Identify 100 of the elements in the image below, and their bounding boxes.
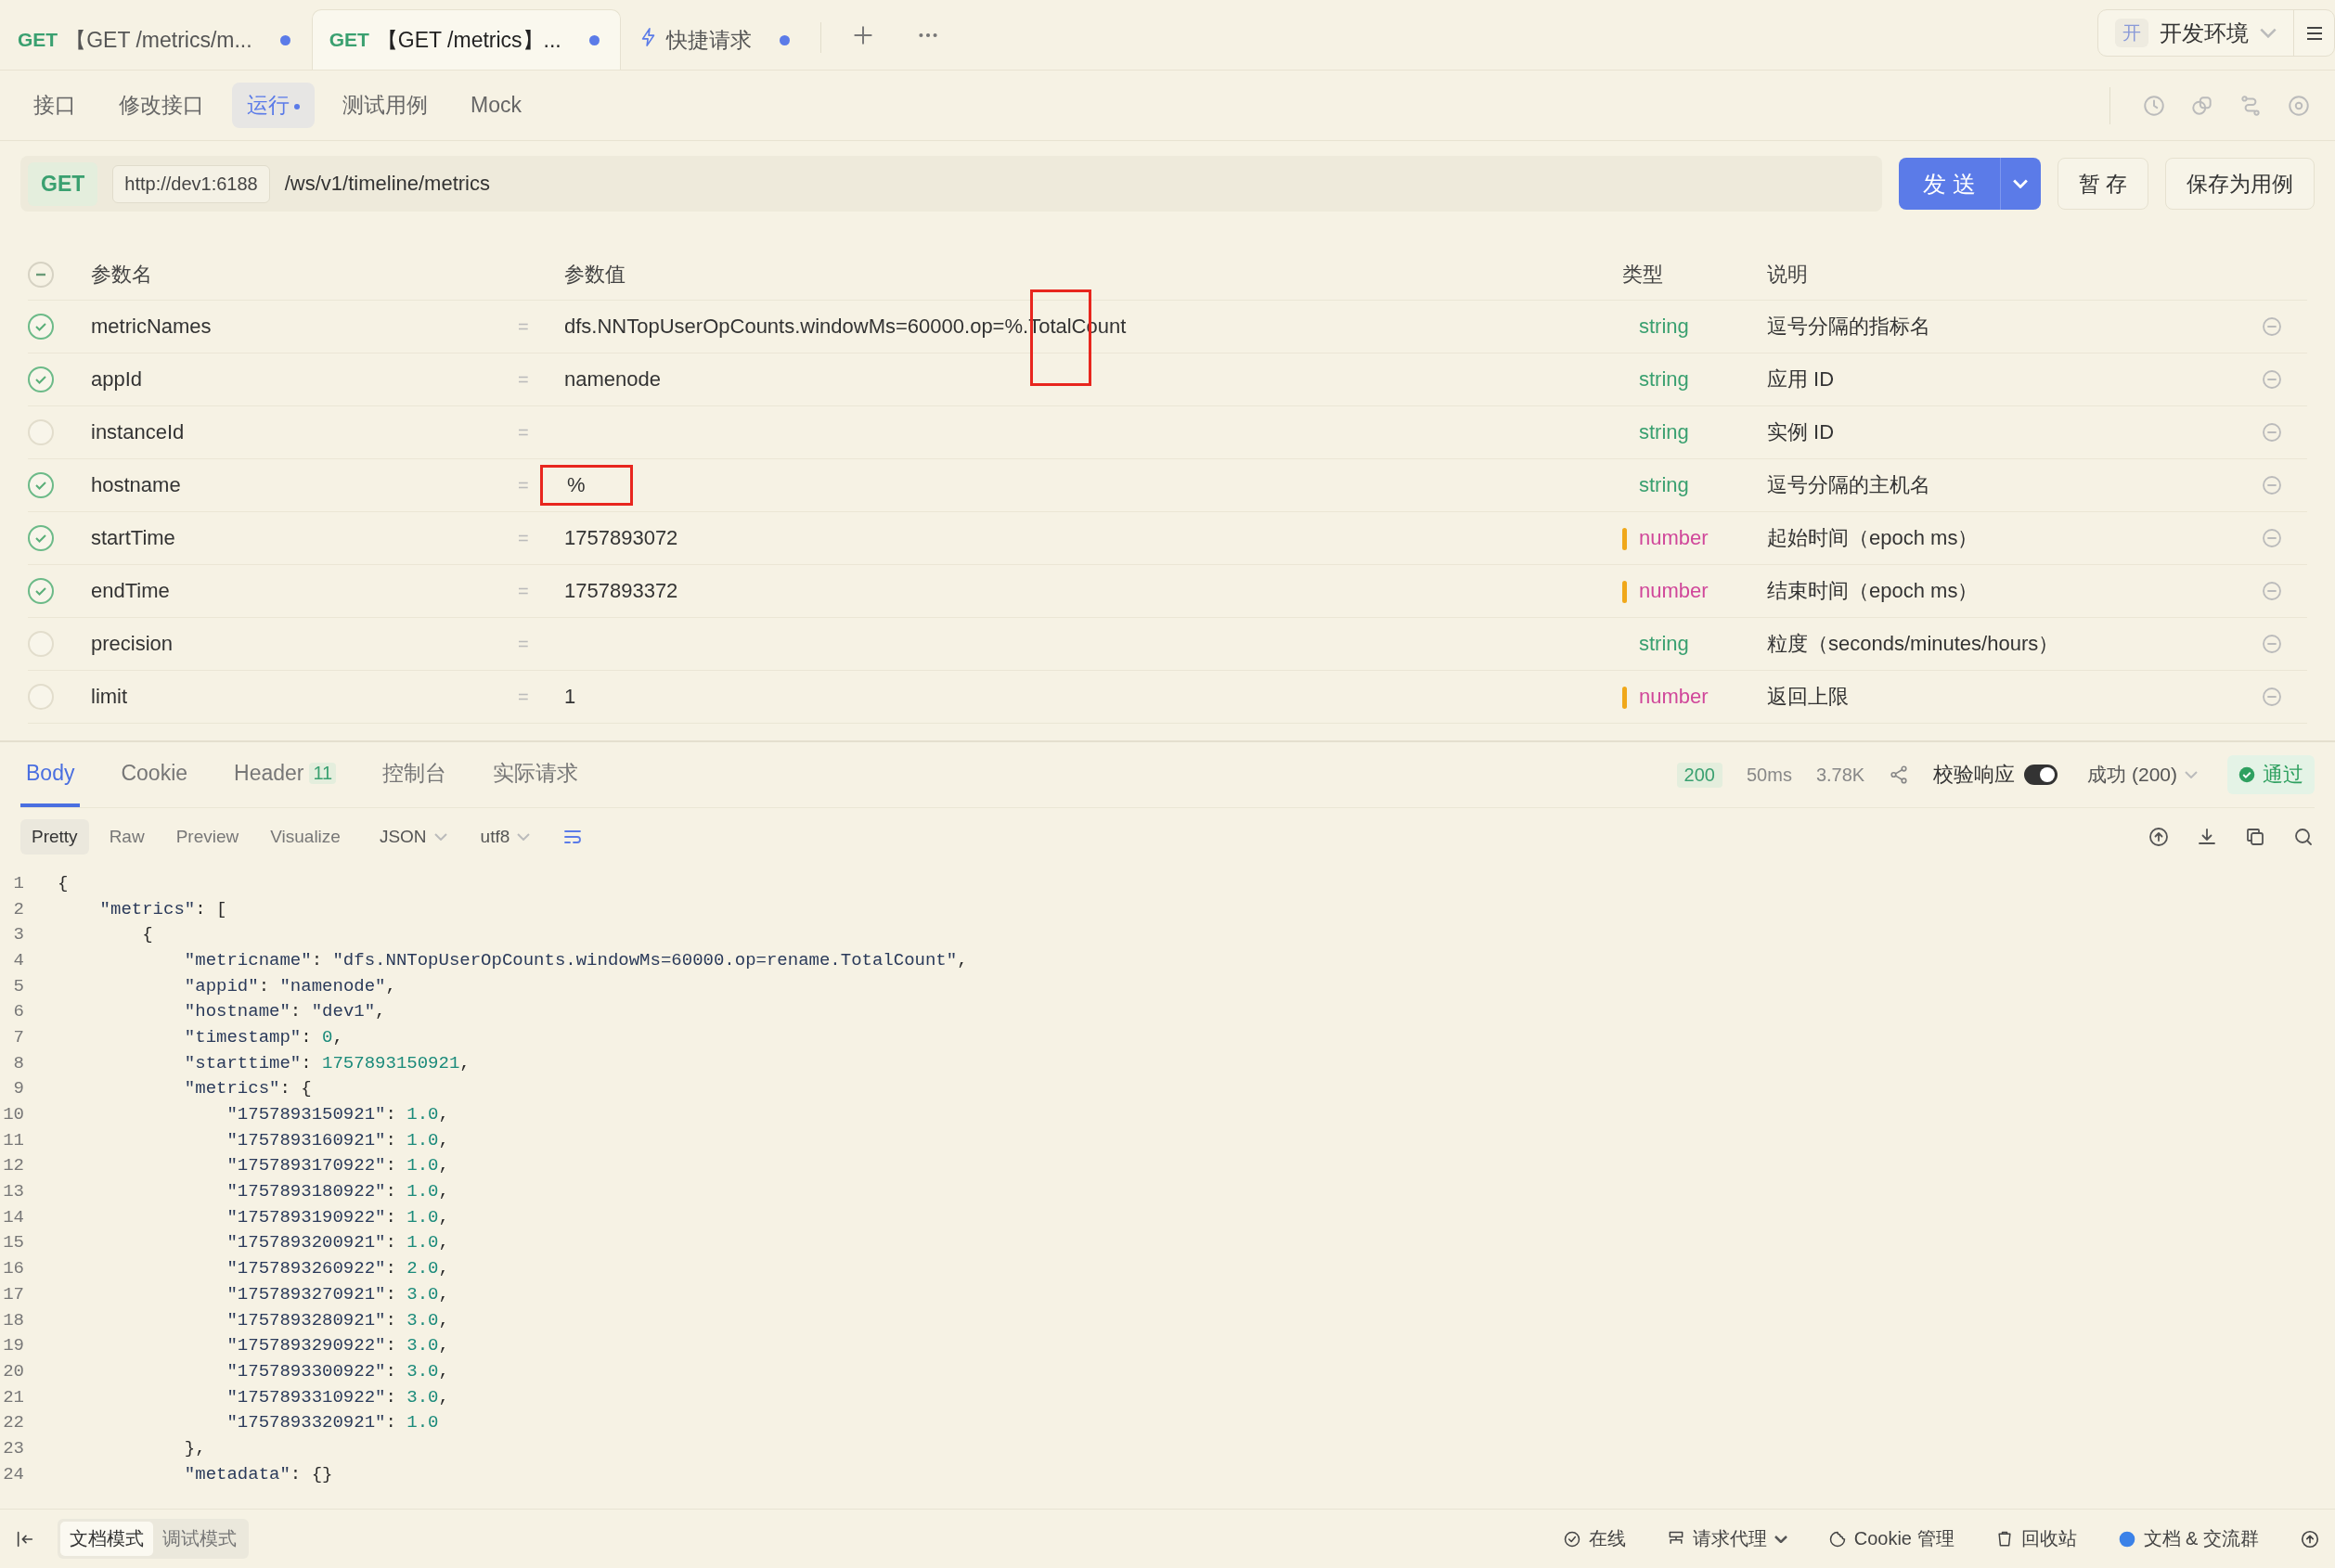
view-tab[interactable]: Mock <box>456 84 536 126</box>
view-tab[interactable]: 接口 <box>19 83 91 128</box>
share-icon[interactable] <box>1889 765 1910 785</box>
param-value[interactable]: 1757893072 <box>564 526 678 550</box>
param-name[interactable]: startTime <box>91 526 518 550</box>
tab-title: 快捷请求 <box>665 26 752 54</box>
expected-response-select[interactable]: 成功 (200) <box>2082 761 2203 789</box>
upload-icon[interactable] <box>2148 825 2170 848</box>
mode-tab[interactable]: 调试模式 <box>153 1522 246 1556</box>
code-line: "1757893280921": 3.0, <box>226 1309 449 1330</box>
nodes-icon[interactable] <box>2238 93 2263 118</box>
validate-toggle[interactable] <box>2024 765 2058 785</box>
param-description[interactable]: 实例 ID <box>1767 418 2261 446</box>
response-tab[interactable]: Header 11 <box>228 742 342 807</box>
encoding-select[interactable]: utf8 <box>474 825 536 848</box>
remove-icon[interactable] <box>2261 527 2283 549</box>
remove-icon[interactable] <box>2261 421 2283 443</box>
view-mode-tab[interactable]: Pretty <box>20 818 89 855</box>
status-bar-item[interactable]: 文档 & 交流群 <box>2143 1526 2259 1551</box>
code-line: "1757893310922": 3.0, <box>226 1386 449 1407</box>
response-tab[interactable]: 控制台 <box>377 742 453 807</box>
line-number: 6 <box>12 1001 25 1022</box>
param-description[interactable]: 结束时间（epoch ms） <box>1767 577 2261 605</box>
param-name[interactable]: instanceId <box>91 420 518 444</box>
line-number: 2 <box>12 898 25 919</box>
view-mode-tab[interactable]: Preview <box>164 818 251 855</box>
param-value[interactable]: 1757893372 <box>564 579 678 603</box>
request-tab[interactable]: GET 【GET /metrics】... <box>311 9 621 70</box>
param-type[interactable]: number <box>1639 526 1709 549</box>
response-tab[interactable]: Cookie <box>115 742 194 807</box>
request-tab[interactable]: GET 【GET /metrics/m... <box>0 9 312 70</box>
param-value[interactable]: % <box>567 473 586 497</box>
view-tab[interactable]: 修改接口 <box>104 83 219 128</box>
remove-icon[interactable] <box>2261 633 2283 655</box>
param-description[interactable]: 逗号分隔的指标名 <box>1767 313 2261 341</box>
view-mode-tab[interactable]: Visualize <box>259 818 352 855</box>
param-name[interactable]: precision <box>91 632 518 656</box>
url-path-field[interactable]: /ws/v1/timeline/metrics <box>284 172 490 196</box>
row-checkbox[interactable] <box>28 366 54 392</box>
status-bar-item[interactable]: 回收站 <box>2020 1526 2077 1551</box>
line-number: 12 <box>2 1155 25 1176</box>
remove-icon[interactable] <box>2261 474 2283 496</box>
status-bar-item[interactable]: 在线 <box>1588 1526 1626 1551</box>
pass-badge: 通过 <box>2227 755 2315 794</box>
param-type[interactable]: number <box>1639 685 1709 708</box>
param-description[interactable]: 逗号分隔的主机名 <box>1767 471 2261 499</box>
param-value[interactable]: 1 <box>564 685 576 709</box>
row-checkbox[interactable] <box>28 314 54 340</box>
save-as-case-button[interactable]: 保存为用例 <box>2165 158 2315 210</box>
format-select[interactable]: JSON <box>373 825 453 848</box>
remove-icon[interactable] <box>2261 686 2283 708</box>
param-value[interactable]: namenode <box>564 367 661 392</box>
view-tab[interactable]: 测试用例 <box>328 83 443 128</box>
validate-label: 校验响应 <box>1933 762 2016 788</box>
line-number: 9 <box>12 1078 25 1099</box>
remove-icon[interactable] <box>2261 315 2283 338</box>
param-description[interactable]: 起始时间（epoch ms） <box>1767 524 2261 552</box>
code-line: "1757893260922": 2.0, <box>226 1258 449 1279</box>
base-url[interactable]: http://dev1:6188 <box>112 164 270 203</box>
param-name[interactable]: endTime <box>91 579 518 603</box>
arrow-up-circle-icon[interactable] <box>2300 1528 2320 1549</box>
column-header: 参数名 <box>91 261 153 288</box>
code-line: }, <box>183 1437 206 1459</box>
param-type[interactable]: number <box>1639 579 1709 602</box>
code-line: "hostname": "dev1", <box>183 1001 386 1022</box>
code-line: "1757893300922": 3.0, <box>226 1360 449 1382</box>
save-button[interactable]: 暂 存 <box>2057 158 2148 210</box>
code-line: { <box>58 872 69 893</box>
response-time: 50ms <box>1746 764 1792 786</box>
chevron-down-icon <box>1774 1535 1787 1543</box>
settings-icon[interactable] <box>2287 93 2311 118</box>
param-description[interactable]: 粒度（seconds/minutes/hours） <box>1767 630 2261 658</box>
code-line: "metrics": { <box>183 1078 312 1099</box>
row-checkbox[interactable] <box>28 578 54 604</box>
column-header: 类型 <box>1622 261 1664 288</box>
mode-tab[interactable]: 文档模式 <box>60 1522 153 1556</box>
line-number: 19 <box>2 1335 25 1356</box>
param-description[interactable]: 返回上限 <box>1767 683 2261 711</box>
remove-icon[interactable] <box>2261 580 2283 602</box>
response-tab[interactable]: Body <box>20 742 81 807</box>
param-name[interactable]: hostname <box>91 473 518 497</box>
select-all-checkbox[interactable] <box>28 261 54 288</box>
clock-icon[interactable] <box>2142 93 2166 118</box>
cookie-icon <box>1827 1529 1847 1549</box>
code-line: { <box>141 924 153 945</box>
remove-icon[interactable] <box>2261 368 2283 391</box>
response-size: 3.78K <box>1815 764 1865 786</box>
tab-title: 【GET /metrics】... <box>376 26 561 54</box>
row-checkbox[interactable] <box>28 472 54 498</box>
status-bar-item[interactable]: 请求代理 <box>1692 1526 1767 1551</box>
param-description[interactable]: 应用 ID <box>1767 366 2261 393</box>
status-bar-item[interactable]: Cookie 管理 <box>1853 1526 1954 1551</box>
view-mode-tab[interactable]: Raw <box>97 818 156 855</box>
response-tab[interactable]: 实际请求 <box>487 742 585 807</box>
row-checkbox[interactable] <box>28 525 54 551</box>
param-name[interactable]: metricNames <box>91 315 518 339</box>
param-name[interactable]: limit <box>91 685 518 709</box>
equals-sign: = <box>518 527 529 548</box>
param-name[interactable]: appId <box>91 367 518 392</box>
request-tab[interactable]: 快捷请求 <box>620 9 811 70</box>
